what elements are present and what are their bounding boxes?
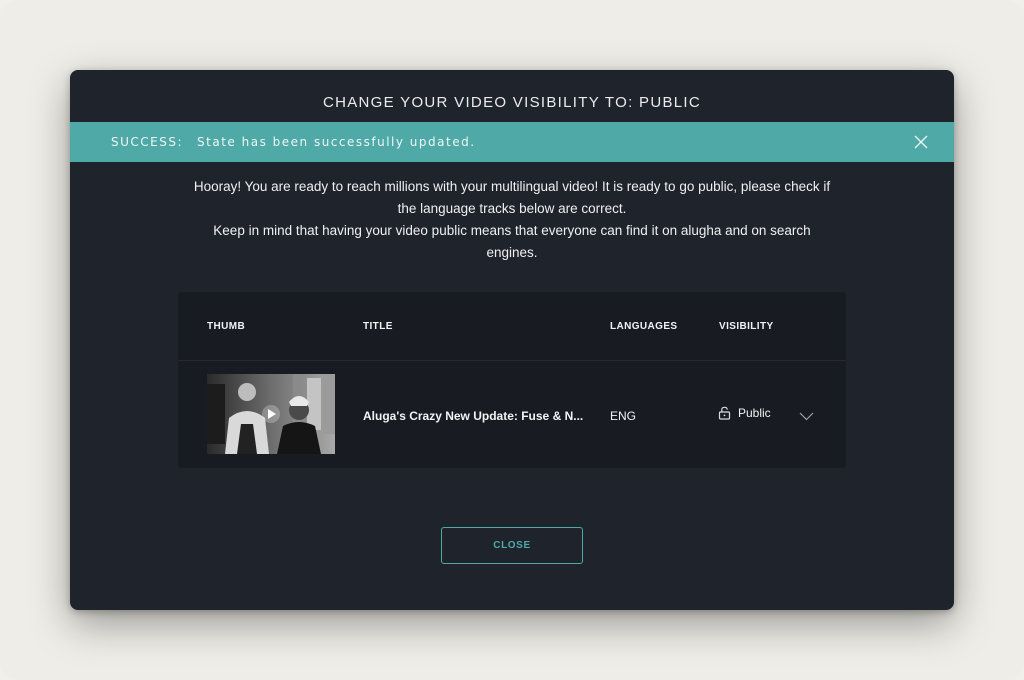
header-languages: LANGUAGES <box>610 321 678 332</box>
video-thumbnail[interactable] <box>207 374 335 454</box>
visibility-value: Public <box>738 406 771 420</box>
alert-message: State has been successfully updated. <box>197 135 476 149</box>
table-header: THUMB TITLE LANGUAGES VISIBILITY <box>178 292 846 361</box>
header-visibility: VISIBILITY <box>719 321 774 332</box>
success-alert: SUCCESS: State has been successfully upd… <box>70 122 954 162</box>
lock-open-icon <box>718 406 731 420</box>
video-languages: ENG <box>610 409 637 423</box>
intro-line: Hooray! You are ready to reach millions … <box>193 179 831 194</box>
intro-line: engines. <box>486 245 538 260</box>
video-table: THUMB TITLE LANGUAGES VISIBILITY Aluga's… <box>178 292 846 468</box>
visibility-select[interactable]: Public <box>718 406 771 420</box>
visibility-modal: CHANGE YOUR VIDEO VISIBILITY TO: PUBLIC … <box>70 70 954 610</box>
intro-line: Keep in mind that having your video publ… <box>213 223 811 238</box>
intro-text: Hooray! You are ready to reach millions … <box>170 176 854 264</box>
intro-line: the language tracks below are correct. <box>397 201 627 216</box>
chevron-down-icon[interactable] <box>799 412 814 421</box>
video-title: Aluga's Crazy New Update: Fuse & N... <box>363 409 584 423</box>
alert-label: SUCCESS: <box>111 135 184 149</box>
close-button[interactable]: CLOSE <box>441 527 583 564</box>
table-row: Aluga's Crazy New Update: Fuse & N... EN… <box>178 362 846 468</box>
modal-title: CHANGE YOUR VIDEO VISIBILITY TO: PUBLIC <box>322 94 702 111</box>
header-thumb: THUMB <box>207 321 246 332</box>
close-icon[interactable] <box>914 135 928 149</box>
header-title: TITLE <box>363 321 393 332</box>
